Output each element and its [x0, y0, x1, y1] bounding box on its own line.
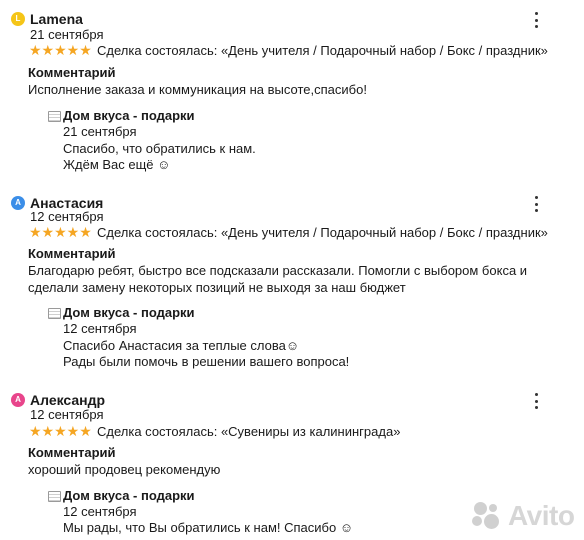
avito-watermark: Avito — [472, 498, 575, 534]
reply-text-line: Рады были помочь в решении вашего вопрос… — [63, 354, 350, 369]
reviewer-name[interactable]: Lamena — [30, 10, 83, 28]
comment-label: Комментарий — [28, 65, 116, 80]
reply-text-line: Ждём Вас ещё ☺ — [63, 157, 171, 172]
rating-stars: ★★★★★ — [29, 423, 92, 439]
comment-text: хороший продовец рекомендую — [28, 462, 221, 477]
reply-date: 12 сентября — [63, 504, 137, 519]
more-options-icon[interactable] — [533, 12, 539, 28]
rating-stars: ★★★★★ — [29, 224, 92, 240]
avito-logo-icon — [472, 501, 504, 531]
avatar[interactable]: A — [11, 196, 25, 210]
seller-logo-icon — [48, 111, 61, 122]
review-card: A Анастасия 12 сентября ★★★★★ Сделка сос… — [0, 190, 584, 369]
review-date: 21 сентября — [30, 27, 104, 42]
reply-seller-name[interactable]: Дом вкуса - подарки — [63, 488, 195, 504]
seller-logo-icon — [48, 491, 61, 502]
comment-label: Комментарий — [28, 445, 116, 460]
avatar[interactable]: L — [11, 12, 25, 26]
seller-logo-icon — [48, 308, 61, 319]
deal-info: Сделка состоялась: «Сувениры из калининг… — [97, 424, 401, 439]
review-date: 12 сентября — [30, 209, 104, 224]
deal-info: Сделка состоялась: «День учителя / Подар… — [97, 225, 548, 240]
comment-label: Комментарий — [28, 246, 116, 261]
rating-stars: ★★★★★ — [29, 42, 92, 58]
more-options-icon[interactable] — [533, 393, 539, 409]
reply-text-line: Мы рады, что Вы обратились к нам! Спасиб… — [63, 520, 354, 535]
more-options-icon[interactable] — [533, 196, 539, 212]
avatar[interactable]: A — [11, 393, 25, 407]
reply-date: 12 сентября — [63, 321, 137, 336]
watermark-text: Avito — [508, 500, 575, 531]
review-card: A Александр 12 сентября ★★★★★ Сделка сос… — [0, 387, 584, 535]
reply-date: 21 сентября — [63, 124, 137, 139]
comment-text: Исполнение заказа и коммуникация на высо… — [28, 82, 367, 97]
comment-text: Благодарю ребят, быстро все подсказали р… — [28, 263, 528, 295]
reply-text-line: Спасибо Анастасия за теплые слова☺ — [63, 338, 300, 353]
reply-seller-name[interactable]: Дом вкуса - подарки — [63, 108, 195, 124]
reply-seller-name[interactable]: Дом вкуса - подарки — [63, 305, 195, 321]
deal-info: Сделка состоялась: «День учителя / Подар… — [97, 43, 548, 58]
review-card: L Lamena 21 сентября ★★★★★ Сделка состоя… — [0, 6, 584, 172]
reply-text-line: Спасибо, что обратились к нам. — [63, 141, 256, 156]
review-date: 12 сентября — [30, 407, 104, 422]
